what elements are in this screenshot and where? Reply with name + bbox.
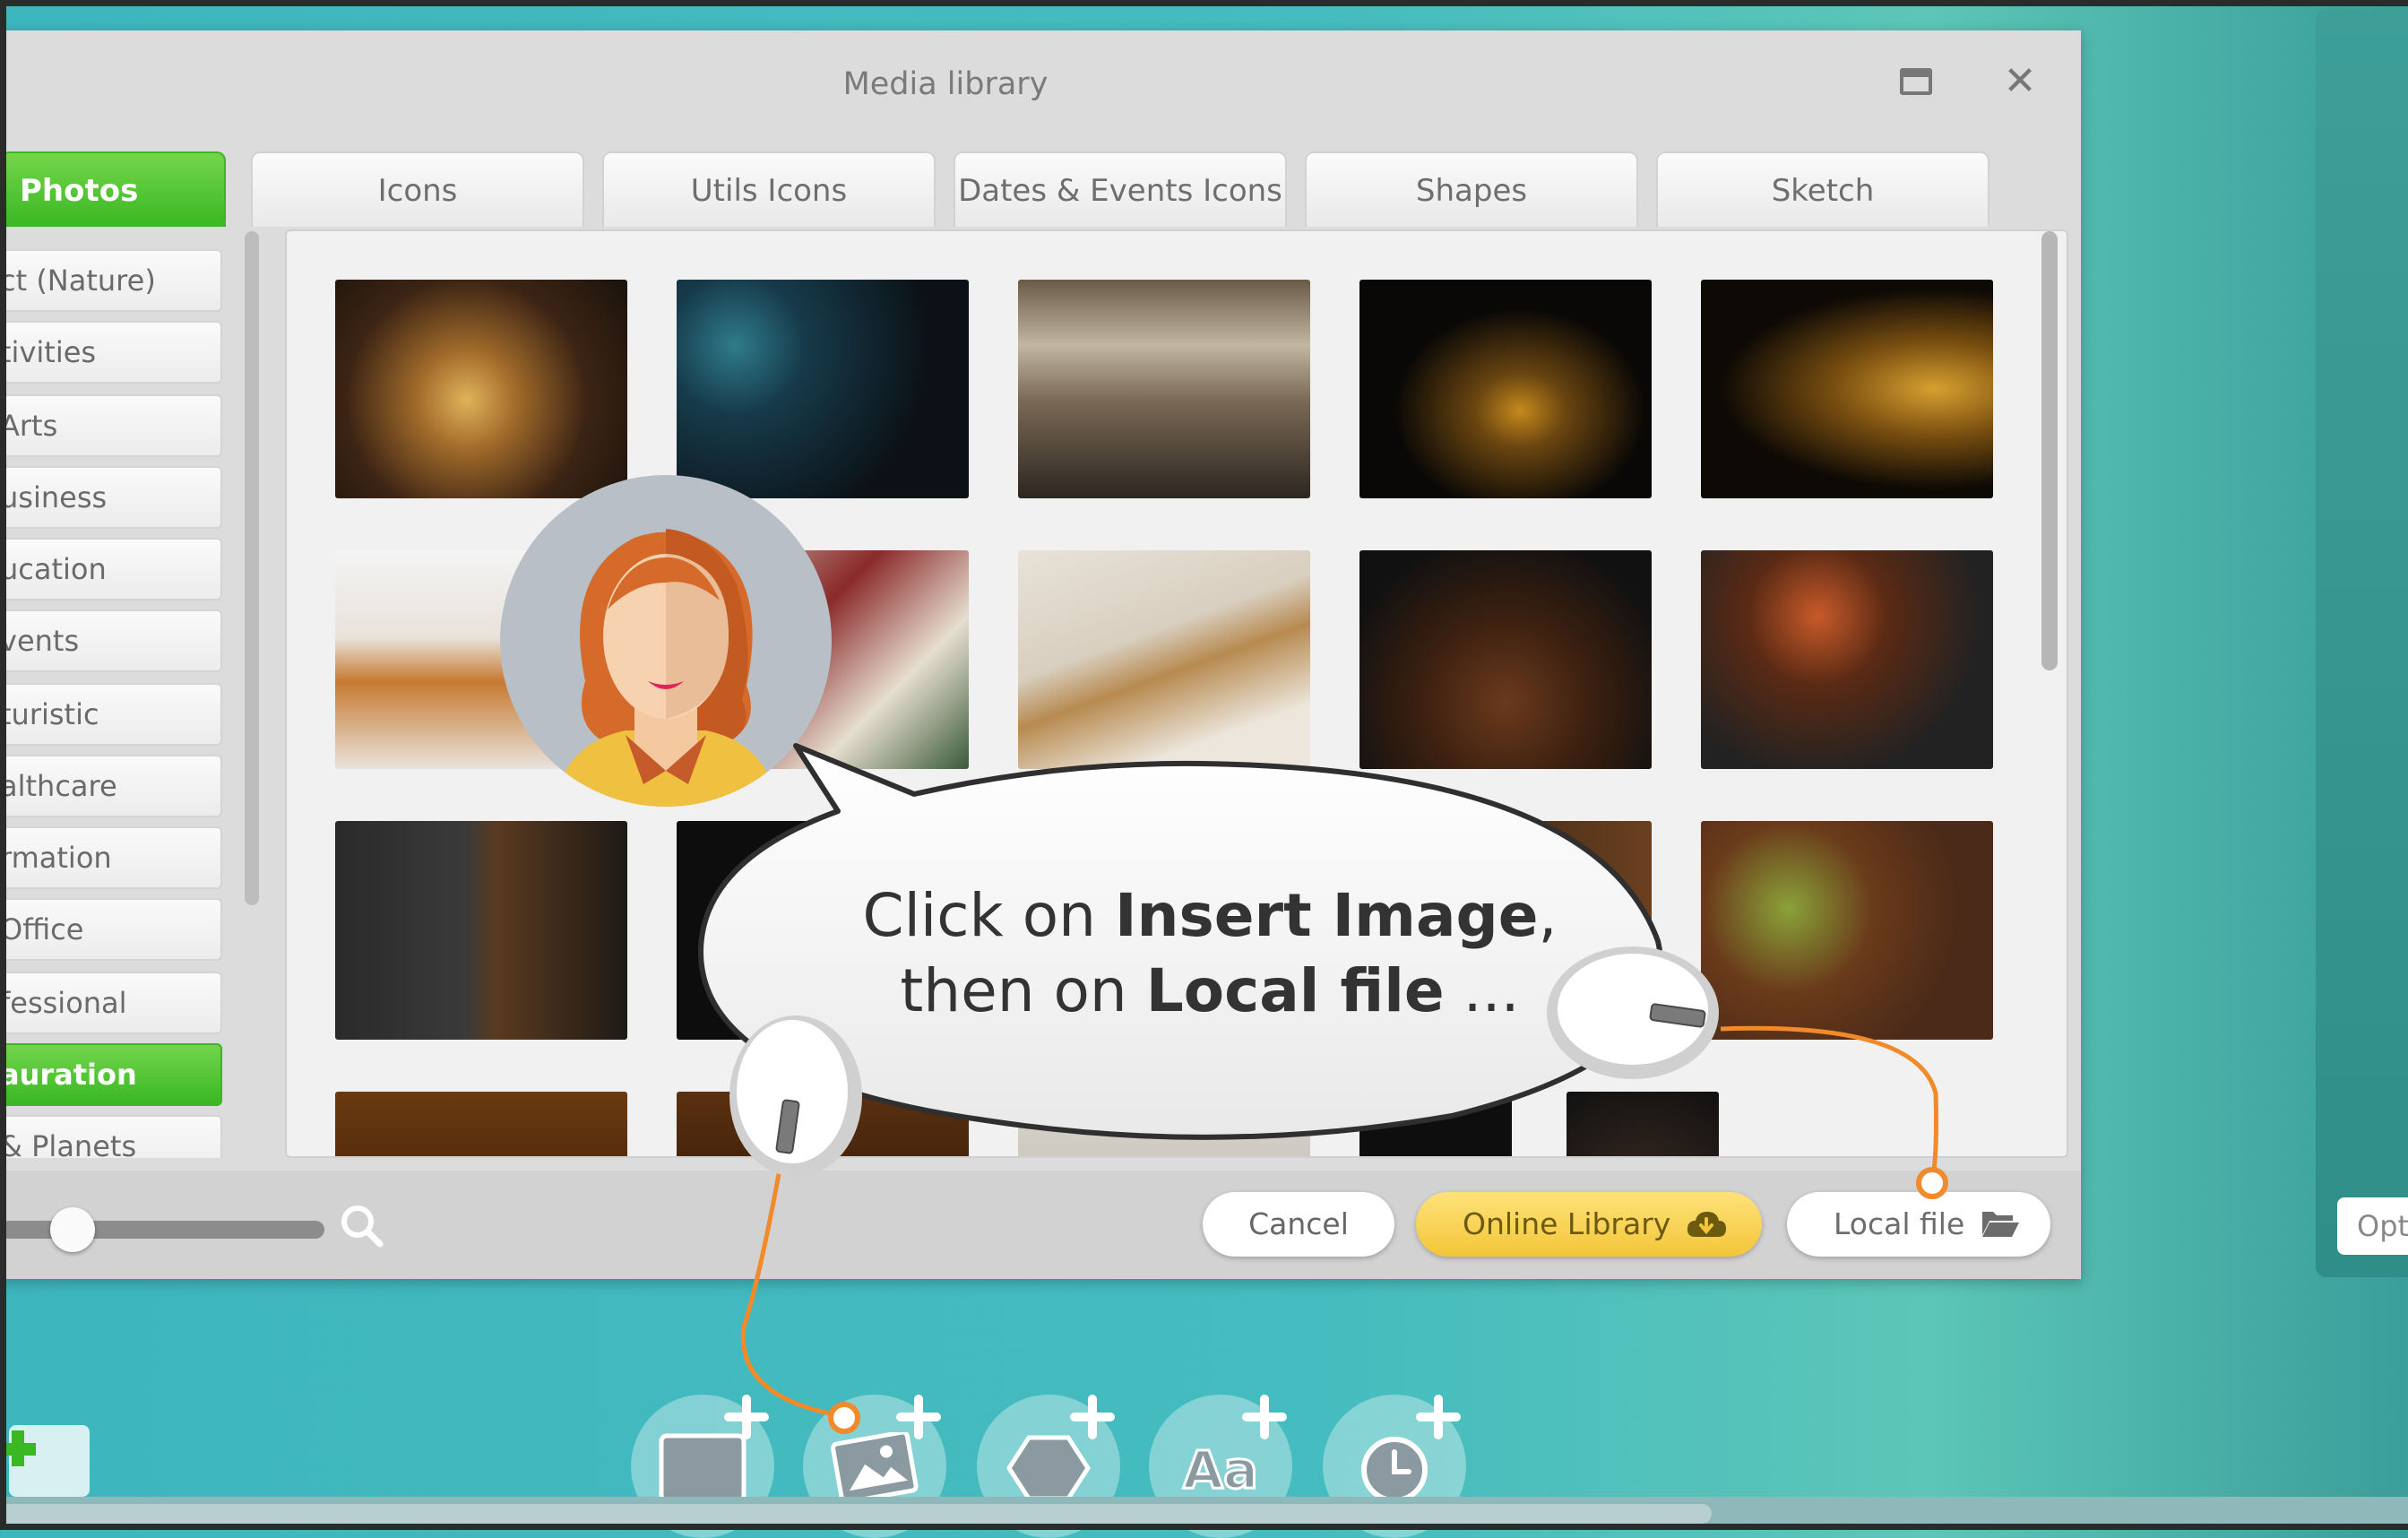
callout-line-1: Click on Insert Image, bbox=[862, 881, 1558, 950]
callout-text: Click on Insert Image, then on Local fil… bbox=[780, 878, 1640, 1029]
speech-bubble bbox=[697, 743, 1948, 1434]
mouse-click-icon bbox=[729, 1015, 862, 1177]
callout-line-2: then on Local file ... bbox=[900, 956, 1520, 1025]
mouse-click-icon bbox=[1547, 946, 1719, 1079]
